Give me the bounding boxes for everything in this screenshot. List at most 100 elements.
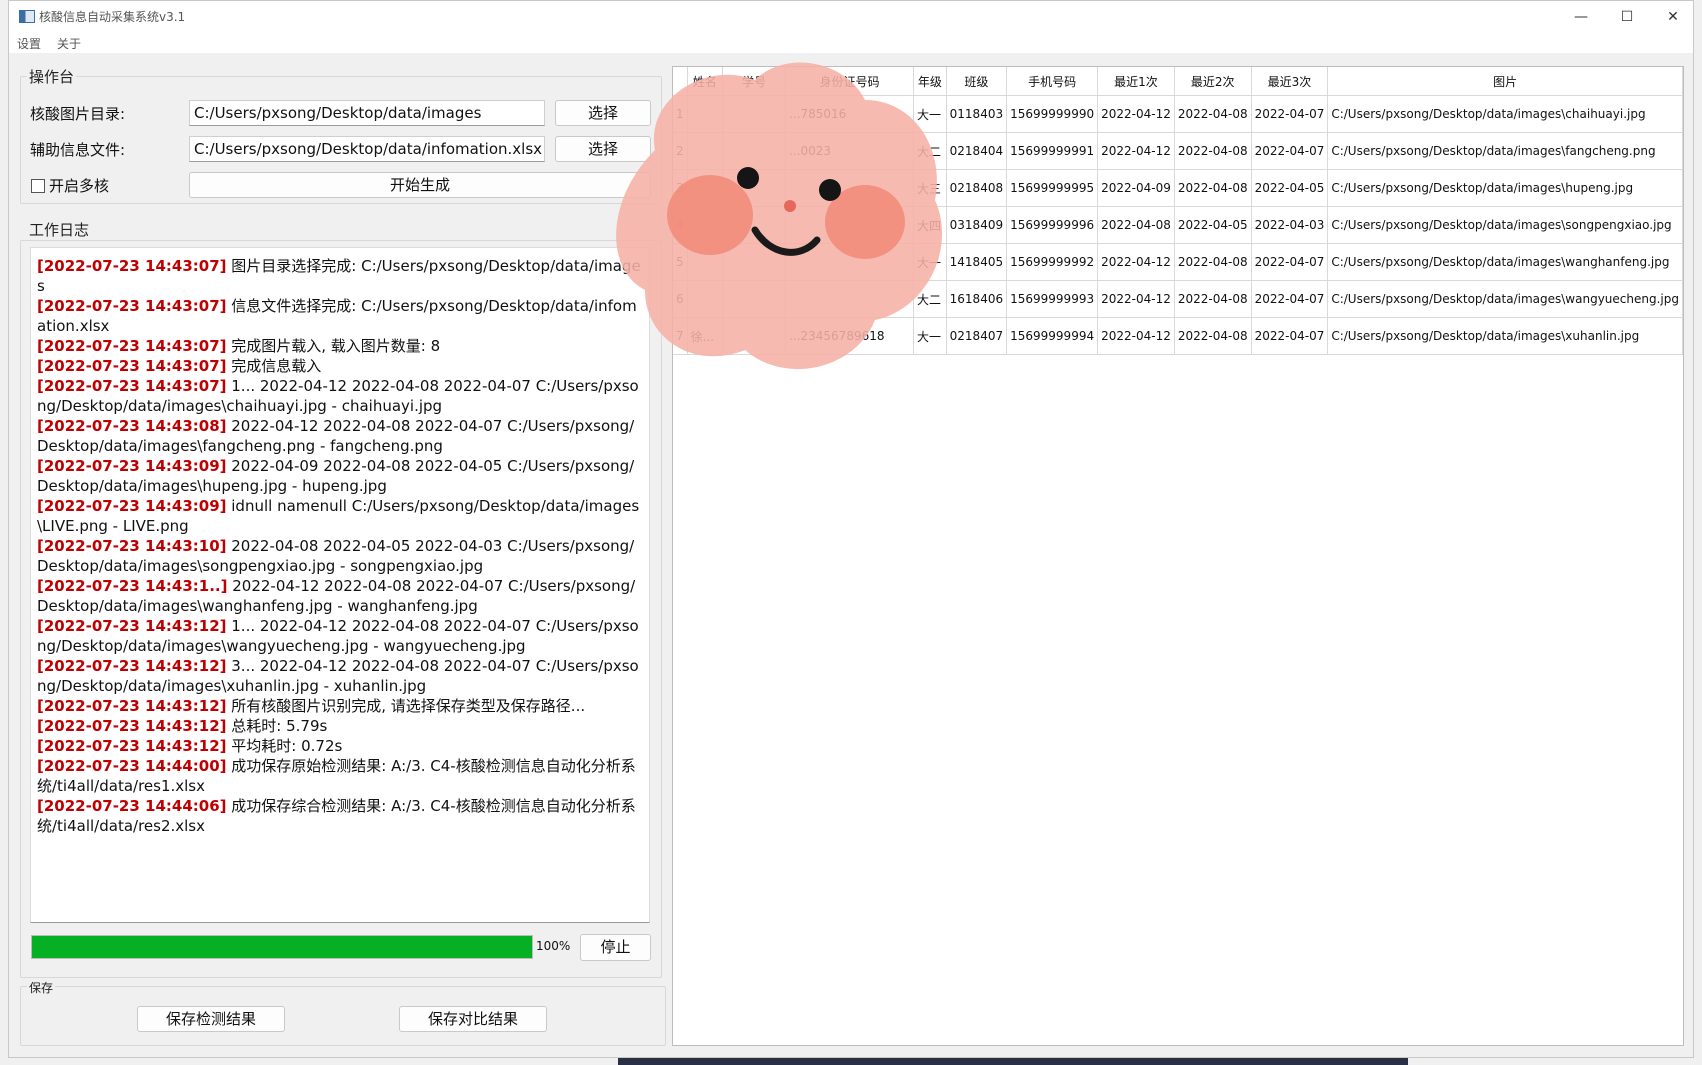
log-timestamp: [2022-07-23 14:43:12] [37, 657, 227, 675]
save-title: 保存 [27, 979, 56, 996]
table-cell[interactable]: 0218404 [946, 132, 1008, 170]
table-cell[interactable]: C:/Users/pxsong/Desktop/data/images\hupe… [1327, 169, 1683, 207]
log-entry: [2022-07-23 14:43:1..] 2022-04-12 2022-0… [37, 576, 645, 616]
table-cell[interactable]: C:/Users/pxsong/Desktop/data/images\wang… [1327, 243, 1683, 281]
table-cell[interactable]: 0318409 [946, 206, 1008, 244]
table-cell[interactable]: 15699999990 [1006, 95, 1099, 133]
table-cell[interactable]: C:/Users/pxsong/Desktop/data/images\song… [1327, 206, 1683, 244]
table-cell[interactable]: 2022-04-08 [1174, 243, 1252, 281]
table-cell[interactable]: 15699999995 [1006, 169, 1099, 207]
table-cell[interactable]: 0218407 [946, 317, 1008, 355]
table-cell[interactable]: 2022-04-08 [1097, 206, 1175, 244]
console-title: 操作台 [27, 66, 77, 87]
sticker-face-icon [616, 62, 943, 370]
log-panel[interactable]: [2022-07-23 14:43:07] 图片目录选择完成: C:/Users… [30, 247, 650, 923]
log-message: 完成图片载入, 载入图片数量: 8 [226, 337, 441, 355]
close-icon[interactable]: ✕ [1651, 3, 1695, 31]
log-entry: [2022-07-23 14:43:07] 图片目录选择完成: C:/Users… [37, 256, 645, 296]
stop-button[interactable]: 停止 [580, 934, 651, 961]
table-cell[interactable]: 2022-04-08 [1174, 169, 1252, 207]
table-cell[interactable]: 15699999993 [1006, 280, 1099, 318]
log-entry: [2022-07-23 14:43:12] 3... 2022-04-12 20… [37, 656, 645, 696]
column-header[interactable]: 最近2次 [1174, 67, 1252, 96]
table-cell[interactable]: C:/Users/pxsong/Desktop/data/images\wang… [1327, 280, 1683, 318]
table-cell[interactable]: 15699999991 [1006, 132, 1099, 170]
multicore-checkbox[interactable] [31, 179, 45, 193]
table-cell[interactable]: 2022-04-12 [1097, 243, 1175, 281]
log-entry: [2022-07-23 14:43:12] 平均耗时: 0.72s [37, 736, 645, 756]
log-entry: [2022-07-23 14:43:12] 所有核酸图片识别完成, 请选择保存类… [37, 696, 645, 716]
app-icon [19, 10, 35, 23]
log-entry: [2022-07-23 14:44:06] 成功保存综合检测结果: A:/3. … [37, 796, 645, 836]
log-timestamp: [2022-07-23 14:43:08] [37, 417, 227, 435]
table-cell[interactable]: 2022-04-05 [1174, 206, 1252, 244]
log-timestamp: [2022-07-23 14:43:07] [37, 337, 227, 355]
table-cell[interactable]: C:/Users/pxsong/Desktop/data/images\chai… [1327, 95, 1683, 133]
log-timestamp: [2022-07-23 14:43:1..] [37, 577, 228, 595]
table-cell[interactable]: 2022-04-07 [1251, 132, 1329, 170]
table-cell[interactable]: C:/Users/pxsong/Desktop/data/images\fang… [1327, 132, 1683, 170]
table-cell[interactable]: 2022-04-08 [1174, 280, 1252, 318]
log-timestamp: [2022-07-23 14:43:09] [37, 457, 227, 475]
table-cell[interactable]: 1418405 [946, 243, 1008, 281]
log-list: [2022-07-23 14:43:07] 图片目录选择完成: C:/Users… [37, 256, 645, 836]
column-header[interactable]: 最近3次 [1251, 67, 1329, 96]
table-cell[interactable]: 2022-04-08 [1174, 317, 1252, 355]
table-cell[interactable]: 15699999994 [1006, 317, 1099, 355]
progress-fill [32, 936, 532, 958]
save-detect-button[interactable]: 保存检测结果 [137, 1006, 285, 1032]
table-cell[interactable]: 2022-04-12 [1097, 280, 1175, 318]
table-cell[interactable]: 2022-04-12 [1097, 317, 1175, 355]
log-timestamp: [2022-07-23 14:43:07] [37, 257, 227, 275]
log-entry: [2022-07-23 14:43:12] 总耗时: 5.79s [37, 716, 645, 736]
table-cell[interactable]: C:/Users/pxsong/Desktop/data/images\xuha… [1327, 317, 1683, 355]
table-cell[interactable]: 2022-04-07 [1251, 95, 1329, 133]
table-cell[interactable]: 2022-04-12 [1097, 95, 1175, 133]
table-cell[interactable]: 2022-04-07 [1251, 317, 1329, 355]
log-entry: [2022-07-23 14:43:07] 1... 2022-04-12 20… [37, 376, 645, 416]
progress-text: 100% [536, 939, 571, 953]
log-timestamp: [2022-07-23 14:43:12] [37, 617, 227, 635]
log-entry: [2022-07-23 14:43:10] 2022-04-08 2022-04… [37, 536, 645, 576]
table-cell[interactable]: 2022-04-07 [1251, 243, 1329, 281]
log-message: 完成信息载入 [226, 357, 322, 375]
table-cell[interactable]: 2022-04-12 [1097, 132, 1175, 170]
table-cell[interactable]: 2022-04-07 [1251, 280, 1329, 318]
log-entry: [2022-07-23 14:44:00] 成功保存原始检测结果: A:/3. … [37, 756, 645, 796]
menu-settings[interactable]: 设置 [17, 35, 41, 52]
info-file-field[interactable]: C:/Users/pxsong/Desktop/data/infomation.… [189, 136, 545, 162]
menu-about[interactable]: 关于 [57, 35, 81, 52]
table-cell[interactable]: 15699999996 [1006, 206, 1099, 244]
multicore-label: 开启多核 [49, 177, 110, 195]
log-message: 平均耗时: 0.72s [226, 737, 343, 755]
table-cell[interactable]: 15699999992 [1006, 243, 1099, 281]
table-cell[interactable]: 1618406 [946, 280, 1008, 318]
column-header[interactable]: 手机号码 [1006, 67, 1099, 96]
log-timestamp: [2022-07-23 14:44:06] [37, 797, 227, 815]
window-title: 核酸信息自动采集系统v3.1 [39, 10, 186, 24]
table-cell[interactable]: 0218408 [946, 169, 1008, 207]
table-cell[interactable]: 2022-04-09 [1097, 169, 1175, 207]
table-cell[interactable]: 0118403 [946, 95, 1008, 133]
log-timestamp: [2022-07-23 14:43:12] [37, 697, 227, 715]
table-cell[interactable]: 2022-04-03 [1251, 206, 1329, 244]
progress-bar [31, 935, 533, 959]
log-timestamp: [2022-07-23 14:44:00] [37, 757, 227, 775]
image-dir-label: 核酸图片目录: [30, 105, 126, 123]
minimize-icon[interactable]: — [1559, 3, 1603, 31]
table-cell[interactable]: 2022-04-08 [1174, 132, 1252, 170]
column-header[interactable]: 最近1次 [1097, 67, 1175, 96]
log-entry: [2022-07-23 14:43:09] 2022-04-09 2022-04… [37, 456, 645, 496]
log-timestamp: [2022-07-23 14:43:07] [37, 357, 227, 375]
table-cell[interactable]: 2022-04-08 [1174, 95, 1252, 133]
start-button[interactable]: 开始生成 [189, 172, 651, 198]
save-group [20, 986, 666, 1046]
table-cell[interactable]: 2022-04-05 [1251, 169, 1329, 207]
save-compare-button[interactable]: 保存对比结果 [399, 1006, 547, 1032]
column-header[interactable]: 班级 [946, 67, 1008, 96]
maximize-icon[interactable]: ☐ [1605, 3, 1649, 31]
log-timestamp: [2022-07-23 14:43:07] [37, 297, 227, 315]
title-bar: 核酸信息自动采集系统v3.1 — ☐ ✕ [9, 1, 1693, 33]
column-header[interactable]: 图片 [1327, 67, 1683, 96]
image-dir-field[interactable]: C:/Users/pxsong/Desktop/data/images [189, 100, 545, 126]
